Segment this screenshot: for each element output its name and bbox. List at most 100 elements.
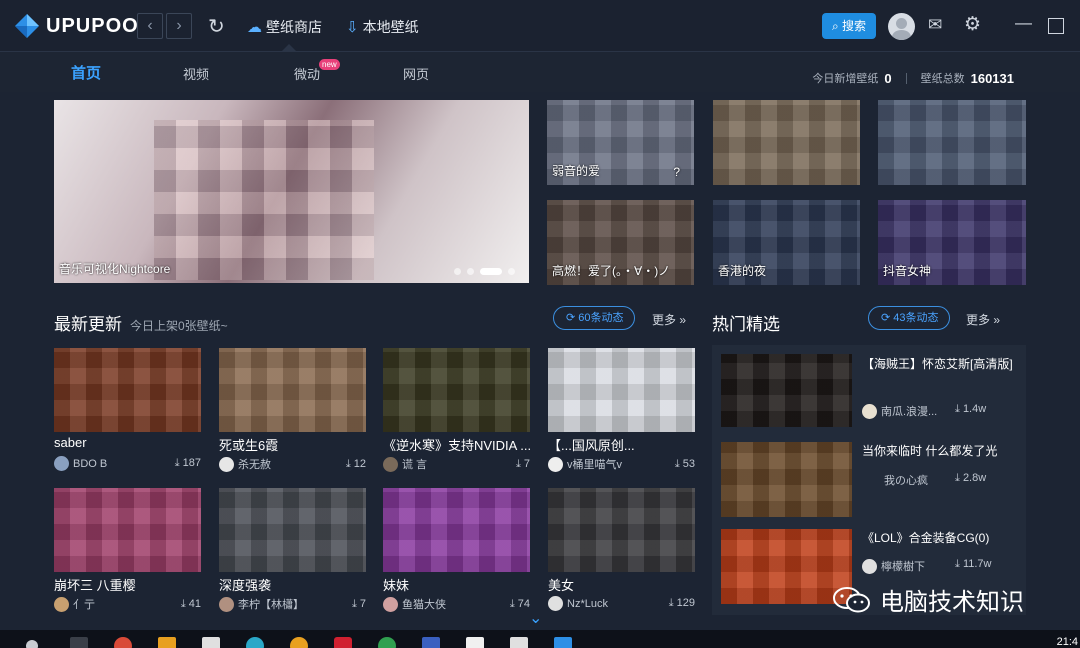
wallpaper-card[interactable]: 崩坏三 八重樱 亻亍 ⤓ 41: [54, 488, 201, 612]
app-icon[interactable]: [510, 637, 528, 648]
new-badge: new: [319, 59, 340, 70]
tab-local-wallpaper[interactable]: ⇩ 本地壁纸: [346, 17, 419, 37]
app-icon[interactable]: [290, 637, 308, 648]
subnav-home[interactable]: 首页: [71, 62, 101, 83]
card-title: 崩坏三 八重樱: [54, 578, 136, 592]
hero-caption: 音乐可视化Nightcore: [59, 262, 171, 276]
section-subtitle: 今日上架0张壁纸~: [130, 319, 228, 333]
wallpaper-card[interactable]: 美女 Nz*Luck ⤓ 129: [548, 488, 695, 611]
search-button[interactable]: ⌕ 搜索: [822, 13, 876, 39]
tile-caption-tail: ?: [673, 165, 680, 179]
more-label: 更多: [966, 313, 991, 327]
more-link[interactable]: 更多 »: [652, 311, 686, 328]
download-icon: ⤓: [674, 457, 680, 470]
card-thumbnail: [54, 348, 201, 432]
refresh-icon[interactable]: ↻: [208, 14, 225, 39]
featured-tile[interactable]: 弱音的爱 ?: [547, 100, 694, 185]
minimize-icon[interactable]: —: [1015, 13, 1032, 33]
tab-wallpaper-store[interactable]: ☁ 壁纸商店: [247, 17, 322, 37]
card-downloads: 129: [676, 597, 695, 609]
app-icon[interactable]: [466, 637, 484, 648]
featured-tile[interactable]: [878, 100, 1026, 185]
chrome-icon[interactable]: [378, 637, 396, 648]
card-thumbnail: [548, 348, 695, 432]
hot-user: 南瓜.浪漫...: [881, 406, 938, 418]
subnav-web[interactable]: 网页: [403, 64, 429, 83]
wechat-icon: [832, 586, 872, 614]
active-tab-indicator: [282, 44, 296, 51]
refresh-icon: ⟳: [566, 312, 576, 324]
upupoo-taskbar-icon[interactable]: [554, 637, 572, 648]
wallpaper-card[interactable]: 妹妹 鱼猫大侠 ⤓ 74: [383, 488, 530, 612]
app-logo[interactable]: UPUPOO: [14, 12, 139, 40]
browser-icon[interactable]: [114, 637, 132, 648]
title-bar: UPUPOO ‹ › ↻ ☁ 壁纸商店 ⇩ 本地壁纸 ⌕ 搜索 ✉ ⚙ —: [0, 0, 1080, 52]
download-icon: ⤓: [351, 597, 357, 610]
card-title: 深度强袭: [219, 578, 272, 592]
new-today-label: 今日新增壁纸: [812, 73, 879, 85]
hot-meta: 檸檬樹下: [862, 558, 925, 574]
card-downloads: 7: [359, 597, 366, 610]
wallpaper-stats: 今日新增壁纸 0 壁纸总数 160131: [812, 70, 1014, 86]
restore-icon[interactable]: [1048, 18, 1064, 34]
hot-downloads: 1.4w: [962, 403, 987, 415]
subnav-video[interactable]: 视频: [183, 64, 209, 83]
hot-user: 我の心疯: [884, 475, 928, 487]
subnav-micro-motion[interactable]: 微动: [294, 64, 320, 83]
hot-title: 【海贼王】怀恋艾斯[高清版]: [862, 357, 1013, 371]
card-downloads: 7: [523, 457, 530, 470]
hot-title: 《LOL》合金装备CG(0): [862, 531, 990, 545]
app-icon[interactable]: [334, 637, 352, 648]
store-icon[interactable]: [158, 637, 176, 648]
gear-icon[interactable]: ⚙: [964, 13, 981, 36]
card-user: 李柠【林櫹】: [238, 599, 304, 611]
featured-tile[interactable]: [713, 100, 860, 185]
mail-icon[interactable]: ✉: [928, 15, 942, 35]
search-label: 搜索: [842, 19, 867, 33]
hero-image: [154, 120, 374, 280]
card-title: saber: [54, 435, 87, 450]
tile-caption: 高燃！爱了(。・∀・)ノ: [552, 264, 671, 278]
search-icon[interactable]: [26, 640, 38, 648]
featured-tile[interactable]: 香港的夜: [713, 200, 860, 285]
carousel-dots[interactable]: [454, 268, 515, 275]
featured-tile[interactable]: 高燃！爱了(。・∀・)ノ: [547, 200, 694, 285]
hot-downloads-wrap: ⤓ 1.4w: [955, 403, 986, 416]
more-link[interactable]: 更多 »: [966, 311, 1000, 328]
wallpaper-card[interactable]: 《逆水寒》支持NVIDIA ... 谎 言 ⤓ 7: [383, 348, 530, 472]
dynamic-count-button[interactable]: ⟳ 43条动态: [868, 306, 950, 330]
back-button[interactable]: ‹: [137, 13, 163, 39]
card-downloads: 187: [182, 457, 201, 469]
chevron-down-icon[interactable]: ⌄: [529, 608, 542, 628]
tile-caption: 香港的夜: [718, 264, 767, 278]
watermark: 电脑技术知识: [832, 582, 1024, 617]
divider: [905, 72, 907, 84]
carousel-dot[interactable]: [454, 268, 461, 275]
download-icon: ⤓: [515, 457, 521, 470]
store-icon[interactable]: [202, 637, 220, 648]
carousel-dot[interactable]: [467, 268, 474, 275]
logo-icon: [14, 13, 40, 39]
double-chevron-right-icon: »: [993, 313, 1001, 327]
total-count: 160131: [970, 70, 1014, 86]
carousel-dot-active[interactable]: [480, 268, 502, 275]
edge-icon[interactable]: [246, 637, 264, 648]
wallpaper-card[interactable]: 深度强袭 李柠【林櫹】 ⤓ 7: [219, 488, 366, 612]
hot-thumbnail: [721, 354, 852, 427]
featured-tile[interactable]: 抖音女神: [878, 200, 1026, 285]
hero-carousel[interactable]: 音乐可视化Nightcore: [54, 100, 529, 283]
card-title: 【...国风原创...: [548, 438, 635, 452]
carousel-dot[interactable]: [508, 268, 515, 275]
wallpaper-card[interactable]: 死或生6霞 杀无赦 ⤓ 12: [219, 348, 366, 472]
wallpaper-card[interactable]: saber BDO B ⤓ 187: [54, 348, 201, 471]
download-icon: ⤓: [174, 457, 180, 469]
dynamic-count-button[interactable]: ⟳ 60条动态: [553, 306, 635, 330]
download-icon: ⤓: [955, 472, 960, 484]
new-today-count: 0: [884, 70, 892, 86]
latest-header: 最新更新 今日上架0张壁纸~: [54, 310, 228, 335]
wallpaper-card[interactable]: 【...国风原创... v桶里喵气v ⤓ 53: [548, 348, 695, 472]
forward-button[interactable]: ›: [166, 13, 192, 39]
user-avatar[interactable]: [888, 13, 915, 40]
taskview-icon[interactable]: [70, 637, 88, 648]
app-icon[interactable]: [422, 637, 440, 648]
